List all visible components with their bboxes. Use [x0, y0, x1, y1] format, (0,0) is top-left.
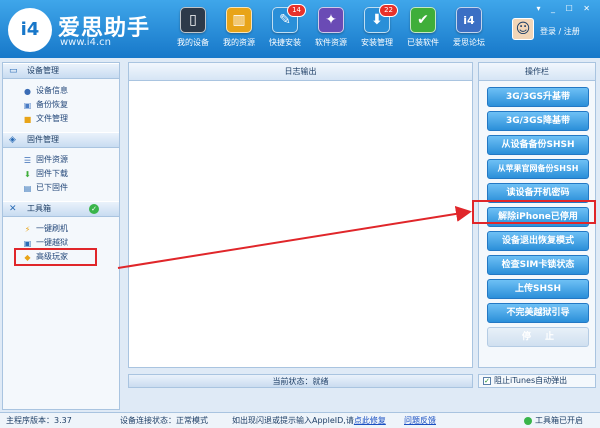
nav-label: 安装管理 [361, 38, 393, 47]
avatar[interactable]: ☺ [512, 18, 534, 40]
highlight-box [472, 200, 596, 224]
app-version: 主程序版本：3.37 [6, 416, 72, 425]
sidebar-item-label: 已下固件 [36, 183, 68, 192]
chart-icon: ▥ [226, 7, 252, 33]
highlight-box [14, 248, 97, 266]
brand-url: www.i4.cn [60, 37, 111, 48]
nav-quick-install[interactable]: ✎ 14 快捷安装 [262, 4, 308, 54]
monitor-icon: ▭ [9, 66, 18, 76]
block-itunes-checkbox[interactable]: ✓ 阻止iTunes自动弹出 [478, 374, 596, 388]
nav-label: 爱思论坛 [453, 38, 485, 47]
section-firmware-management[interactable]: ◈ 固件管理 [3, 132, 119, 148]
wrench-icon: ✕ [9, 204, 17, 214]
checkbox-label: 阻止iTunes自动弹出 [494, 376, 568, 385]
feedback-link[interactable]: 问题反馈 [404, 413, 436, 428]
sidebar-item-label: 固件下载 [36, 169, 68, 178]
section-title: 设备管理 [27, 66, 59, 75]
sidebar: ▭ 设备管理 ● 设备信息 ▣ 备份恢复 ■ 文件管理 ◈ 固件管理 ☰ 固件资… [2, 62, 120, 410]
login-link[interactable]: 登录 / 注册 [540, 26, 580, 37]
app-header: i4 爱思助手 www.i4.cn ▯ 我的设备 ▥ 我的资源 ✎ 14 快捷安… [0, 0, 600, 58]
list-icon: ☰ [23, 155, 32, 165]
nav-installed-apps[interactable]: ✔ 已装软件 [400, 4, 446, 54]
sidebar-item-label: 固件资源 [36, 155, 68, 164]
stop-button[interactable]: 停止 [487, 327, 589, 347]
baseband-downgrade-button[interactable]: 3G/3GS降基带 [487, 111, 589, 131]
sidebar-item-one-click-flash[interactable]: ⚡ 一键刷机 [23, 222, 119, 236]
section-toolbox[interactable]: ✕ 工具箱 ✓ [3, 201, 119, 217]
repair-hint-text: 如出现闪退或提示输入AppleID,请 [232, 416, 354, 425]
sidebar-item-label: 备份恢复 [36, 100, 68, 109]
bottom-status-bar: 主程序版本：3.37 设备连接状态：正常模式 如出现闪退或提示输入AppleID… [0, 412, 600, 428]
sidebar-item-label: 设备信息 [36, 86, 68, 95]
nav-my-device[interactable]: ▯ 我的设备 [170, 4, 216, 54]
operations-title: 操作栏 [479, 63, 595, 81]
exit-recovery-button[interactable]: 设备退出恢复模式 [487, 231, 589, 251]
nav-label: 我的资源 [223, 38, 255, 47]
current-status: 当前状态：就绪 [128, 374, 473, 388]
baseband-upgrade-button[interactable]: 3G/3GS升基带 [487, 87, 589, 107]
repair-link[interactable]: 点此修复 [354, 416, 386, 425]
window-controls[interactable]: ▾ _ ☐ ✕ [536, 4, 594, 13]
app-store-icon: ✦ [318, 7, 344, 33]
status-ok-icon [524, 416, 532, 425]
backup-icon: ▣ [23, 100, 32, 110]
checkbox-icon: ✓ [483, 377, 491, 385]
unlock-icon: ▣ [23, 238, 32, 248]
upload-shsh-button[interactable]: 上传SHSH [487, 279, 589, 299]
backup-shsh-device-button[interactable]: 从设备备份SHSH [487, 135, 589, 155]
forum-icon: i4 [456, 7, 482, 33]
nav-label: 软件资源 [315, 38, 347, 47]
check-icon: ✓ [89, 204, 99, 214]
quick-install-badge: 14 [287, 4, 306, 17]
sidebar-item-backup-restore[interactable]: ▣ 备份恢复 [23, 98, 119, 112]
sidebar-item-label: 文件管理 [36, 114, 68, 123]
top-nav: ▯ 我的设备 ▥ 我的资源 ✎ 14 快捷安装 ✦ 软件资源 ⬇ 22 安装管理… [170, 4, 492, 54]
user-icon: ● [24, 86, 31, 96]
firmware-icon: ◈ [9, 135, 16, 145]
sidebar-item-device-info[interactable]: ● 设备信息 [23, 84, 119, 98]
lightning-icon: ⚡ [24, 224, 31, 234]
check-icon: ✔ [410, 7, 436, 33]
sidebar-item-firmware-resources[interactable]: ☰ 固件资源 [23, 153, 119, 167]
log-title: 日志输出 [129, 63, 472, 81]
ipsw-icon: ▤ [23, 183, 32, 193]
section-device-management[interactable]: ▭ 设备管理 [3, 63, 119, 79]
folder-icon: ■ [23, 114, 32, 124]
sidebar-item-file-manager[interactable]: ■ 文件管理 [23, 112, 119, 126]
phone-icon: ▯ [180, 7, 206, 33]
nav-forum[interactable]: i4 爱思论坛 [446, 4, 492, 54]
nav-label: 我的设备 [177, 38, 209, 47]
install-manager-badge: 22 [379, 4, 398, 17]
log-panel[interactable]: 日志输出 [128, 62, 473, 368]
toolbox-status: 工具箱已开启 [524, 413, 583, 428]
nav-label: 快捷安装 [269, 38, 301, 47]
nav-install-manager[interactable]: ⬇ 22 安装管理 [354, 4, 400, 54]
sidebar-item-advanced-player[interactable]: ◆ 高级玩家 [14, 248, 119, 266]
sidebar-item-label: 一键刷机 [36, 224, 68, 233]
sidebar-item-firmware-download[interactable]: ⬇ 固件下载 [23, 167, 119, 181]
download-icon: ⬇ [24, 169, 31, 179]
section-title: 工具箱 [27, 204, 51, 213]
check-sim-lock-button[interactable]: 检查SIM卡锁状态 [487, 255, 589, 275]
sidebar-item-downloaded-firmware[interactable]: ▤ 已下固件 [23, 181, 119, 195]
repair-hint: 如出现闪退或提示输入AppleID,请点此修复 [232, 413, 386, 428]
app-logo: i4 [8, 8, 52, 52]
nav-label: 已装软件 [407, 38, 439, 47]
tethered-boot-button[interactable]: 不完美越狱引导 [487, 303, 589, 323]
nav-software-resources[interactable]: ✦ 软件资源 [308, 4, 354, 54]
toolbox-status-text: 工具箱已开启 [535, 416, 583, 425]
backup-shsh-apple-button[interactable]: 从苹果官网备份SHSH [487, 159, 589, 179]
section-title: 固件管理 [27, 135, 59, 144]
connection-status: 设备连接状态：正常模式 [120, 416, 208, 425]
nav-my-resources[interactable]: ▥ 我的资源 [216, 4, 262, 54]
